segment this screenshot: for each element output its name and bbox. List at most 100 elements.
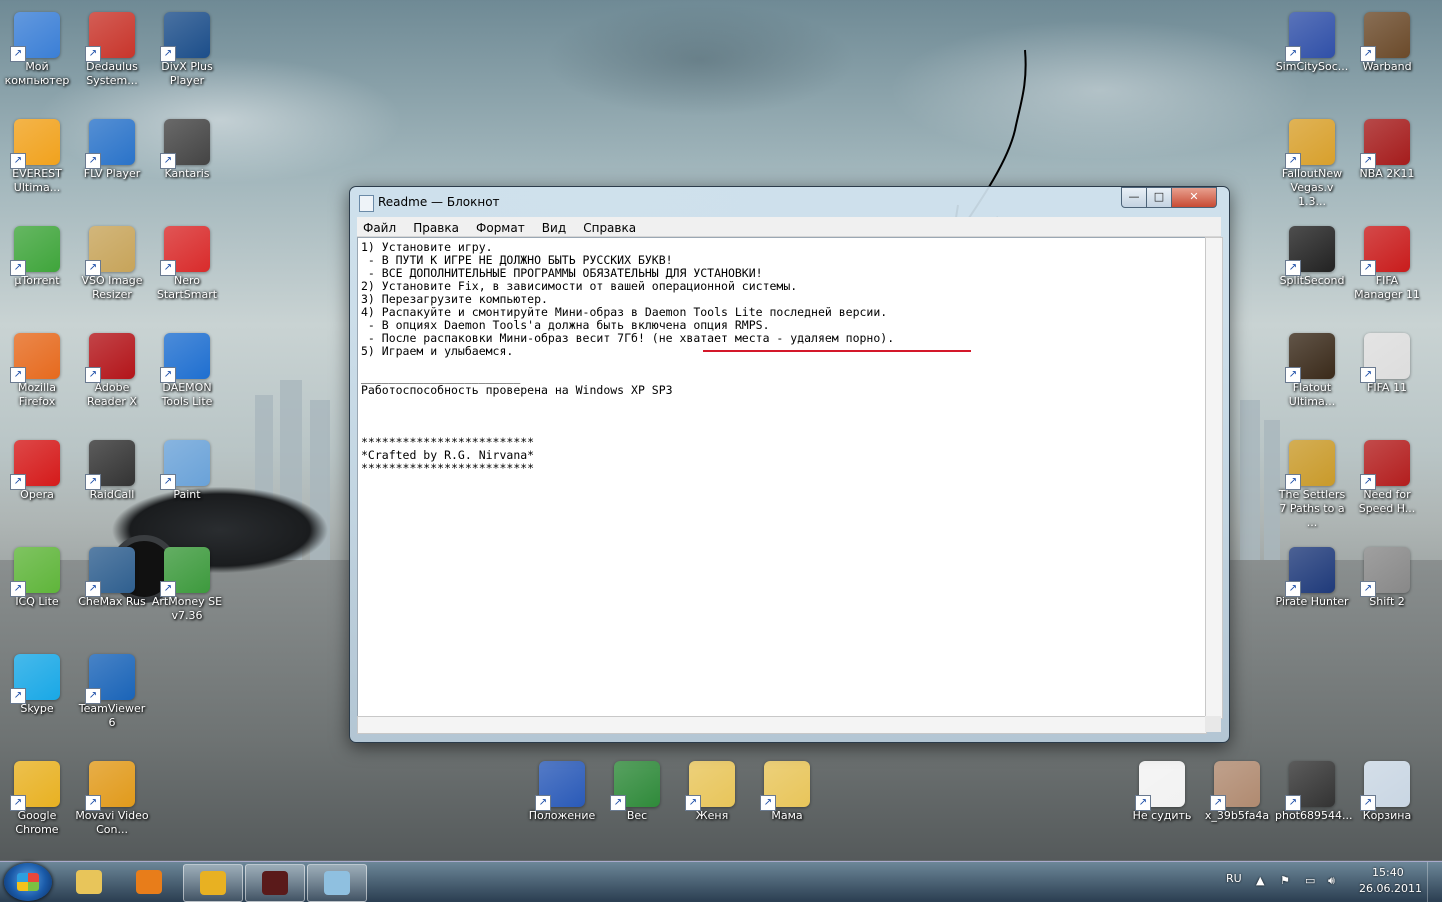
notepad-app-icon: [359, 195, 374, 212]
desktop-shortcut[interactable]: ↗ Вес: [600, 757, 674, 823]
menu-view[interactable]: Вид: [536, 219, 572, 238]
shortcut-arrow-icon: ↗: [160, 367, 176, 383]
paint-icon: ↗: [160, 440, 210, 490]
shortcut-arrow-icon: ↗: [1285, 367, 1301, 383]
tray-volume-icon[interactable]: 🔊︎: [1328, 874, 1335, 888]
desktop-shortcut-label: TeamViewer 6: [78, 702, 146, 729]
desktop-shortcut[interactable]: ↗ µTorrent: [0, 222, 74, 288]
desktop-shortcut[interactable]: ↗ Nero StartSmart: [150, 222, 224, 302]
desktop-shortcut[interactable]: ↗ Мой компьютер: [0, 8, 74, 88]
taskbar-button[interactable]: [183, 864, 243, 902]
desktop-shortcut[interactable]: ↗ FIFA Manager 11: [1350, 222, 1424, 302]
taskbar-button[interactable]: [120, 864, 178, 900]
shortcut-arrow-icon: ↗: [160, 260, 176, 276]
desktop-shortcut-label: Не судить: [1132, 809, 1192, 822]
desktop-shortcut-label: Мама: [771, 809, 803, 822]
desktop-shortcut[interactable]: ↗ FalloutNew Vegas.v 1.3...: [1275, 115, 1349, 209]
splitsecond-icon: ↗: [1285, 226, 1335, 276]
desktop-shortcut[interactable]: ↗ Положение: [525, 757, 599, 823]
shortcut-arrow-icon: ↗: [85, 260, 101, 276]
desktop-shortcut[interactable]: ↗ Skype: [0, 650, 74, 716]
text-editor[interactable]: 1) Установите игру. - В ПУТИ К ИГРЕ НЕ Д…: [357, 237, 1207, 719]
desktop-shortcut[interactable]: ↗ ArtMoney SE v7.36: [150, 543, 224, 623]
desktop-shortcut[interactable]: ↗ FLV Player: [75, 115, 149, 181]
desktop-shortcut[interactable]: ↗ Женя: [675, 757, 749, 823]
desktop-shortcut[interactable]: ↗ ICQ Lite: [0, 543, 74, 609]
editor-content[interactable]: 1) Установите игру. - В ПУТИ К ИГРЕ НЕ Д…: [358, 238, 1206, 478]
desktop-shortcut[interactable]: ↗ Корзина: [1350, 757, 1424, 823]
language-indicator[interactable]: RU: [1226, 872, 1242, 885]
teamviewer-icon: ↗: [85, 654, 135, 704]
desktop-shortcut-label: Shift 2: [1369, 595, 1405, 608]
game-icon: [262, 871, 288, 895]
artmoney-icon: ↗: [160, 547, 210, 597]
red-underline-annotation: [703, 350, 971, 352]
shortcut-arrow-icon: ↗: [1360, 795, 1376, 811]
vertical-scrollbar[interactable]: [1205, 237, 1223, 719]
desktop-shortcut-label: Opera: [20, 488, 54, 501]
desktop-shortcut[interactable]: ↗ Paint: [150, 436, 224, 502]
tray-flag-icon[interactable]: ⚑: [1280, 874, 1290, 887]
desktop-shortcut[interactable]: ↗ Kantaris: [150, 115, 224, 181]
desktop-shortcut[interactable]: ↗ Shift 2: [1350, 543, 1424, 609]
shortcut-arrow-icon: ↗: [685, 795, 701, 811]
desktop-shortcut[interactable]: ↗ FIFA 11: [1350, 329, 1424, 395]
minimize-button[interactable]: —: [1121, 187, 1147, 208]
desktop-shortcut[interactable]: ↗ DivX Plus Player: [150, 8, 224, 88]
notepad-window[interactable]: Readme — Блокнот — □ ✕ Файл Правка Форма…: [349, 186, 1230, 743]
chemax-icon: ↗: [85, 547, 135, 597]
movavi-icon: ↗: [85, 761, 135, 811]
tray-chevron-icon[interactable]: ▲: [1256, 874, 1264, 887]
desktop-shortcut[interactable]: ↗ Adobe Reader X: [75, 329, 149, 409]
menu-help[interactable]: Справка: [577, 219, 642, 238]
desktop-shortcut[interactable]: ↗ Pirate Hunter: [1275, 543, 1349, 609]
horizontal-scrollbar[interactable]: [357, 716, 1207, 734]
clock-date[interactable]: 26.06.2011: [1359, 882, 1422, 895]
tray-network-icon[interactable]: ▭: [1305, 874, 1315, 887]
vso-icon: ↗: [85, 226, 135, 276]
desktop-shortcut[interactable]: ↗ Need for Speed H...: [1350, 436, 1424, 516]
taskbar-button[interactable]: [245, 864, 305, 902]
shortcut-arrow-icon: ↗: [1135, 795, 1151, 811]
resize-corner[interactable]: [1205, 716, 1221, 732]
desktop-shortcut[interactable]: ↗ VSO Image Resizer: [75, 222, 149, 302]
clock-time[interactable]: 15:40: [1372, 866, 1404, 879]
show-desktop-button[interactable]: [1427, 862, 1442, 902]
desktop-shortcut[interactable]: ↗ TeamViewer 6: [75, 650, 149, 730]
desktop-shortcut-label: µTorrent: [14, 274, 60, 287]
image-thumb-icon: ↗: [1210, 761, 1260, 811]
desktop-shortcut[interactable]: ↗ Flatout Ultima...: [1275, 329, 1349, 409]
menu-edit[interactable]: Правка: [407, 219, 465, 238]
shortcut-arrow-icon: ↗: [1285, 795, 1301, 811]
desktop-shortcut[interactable]: ↗ NBA 2K11: [1350, 115, 1424, 181]
menu-format[interactable]: Формат: [470, 219, 531, 238]
menu-file[interactable]: Файл: [357, 219, 402, 238]
desktop-shortcut-label: FalloutNew Vegas.v 1.3...: [1281, 167, 1343, 208]
desktop-shortcut[interactable]: ↗ Не судить: [1125, 757, 1199, 823]
taskbar-button[interactable]: [60, 864, 118, 900]
desktop-shortcut-label: Flatout Ultima...: [1288, 381, 1336, 408]
desktop-shortcut[interactable]: ↗ DAEMON Tools Lite: [150, 329, 224, 409]
desktop-shortcut[interactable]: ↗ RaidCall: [75, 436, 149, 502]
desktop-shortcut[interactable]: ↗ SplitSecond: [1275, 222, 1349, 288]
nba-icon: ↗: [1360, 119, 1410, 169]
desktop-shortcut[interactable]: ↗ Google Chrome: [0, 757, 74, 837]
desktop-shortcut[interactable]: ↗ SimCitySoc...: [1275, 8, 1349, 74]
desktop-shortcut[interactable]: ↗ Warband: [1350, 8, 1424, 74]
desktop-shortcut[interactable]: ↗ Мама: [750, 757, 824, 823]
desktop-shortcut[interactable]: ↗ CheMax Rus: [75, 543, 149, 609]
maximize-button[interactable]: □: [1146, 187, 1172, 208]
desktop-shortcut[interactable]: ↗ Mozilla Firefox: [0, 329, 74, 409]
desktop-shortcut[interactable]: ↗ phot689544...: [1275, 757, 1352, 823]
desktop-shortcut[interactable]: ↗ Opera: [0, 436, 74, 502]
desktop-shortcut[interactable]: ↗ x_39b5fa4a: [1200, 757, 1274, 823]
start-button[interactable]: [4, 863, 52, 901]
taskbar-button[interactable]: [307, 864, 367, 902]
desktop-shortcut[interactable]: ↗ Dedaulus System...: [75, 8, 149, 88]
desktop-shortcut-label: FIFA Manager 11: [1354, 274, 1420, 301]
close-button[interactable]: ✕: [1171, 187, 1217, 208]
desktop-shortcut-label: ICQ Lite: [15, 595, 59, 608]
desktop-shortcut[interactable]: ↗ The Settlers 7 Paths to a ...: [1275, 436, 1349, 530]
desktop-shortcut[interactable]: ↗ Movavi Video Con...: [75, 757, 149, 837]
desktop-shortcut[interactable]: ↗ EVEREST Ultima...: [0, 115, 74, 195]
